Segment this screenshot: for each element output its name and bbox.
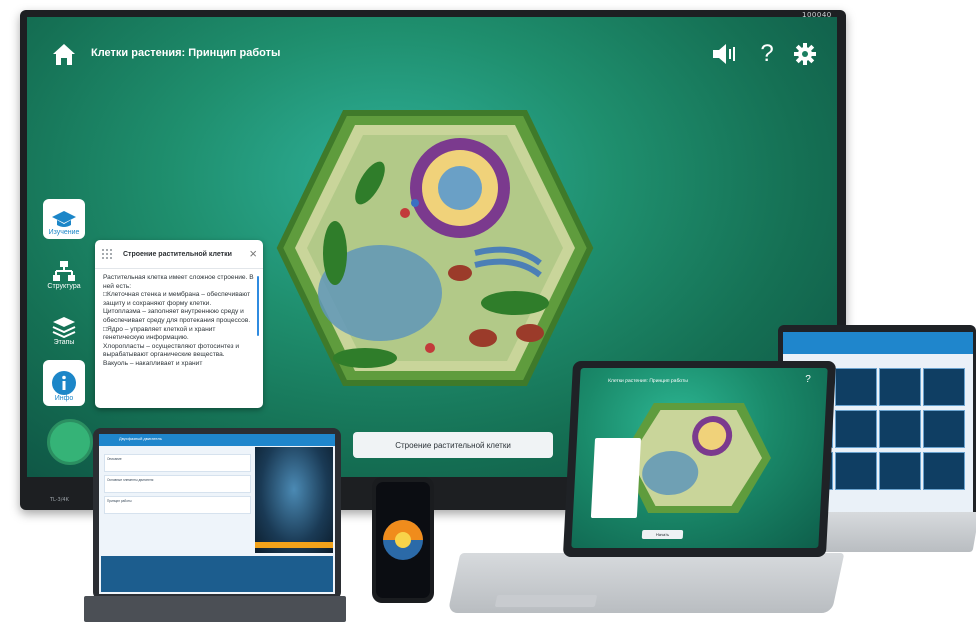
center-laptop-help[interactable]: ? [805,374,811,385]
catalog-tile[interactable] [879,368,921,406]
layers-icon [52,317,76,338]
tablet-list: Описание Основные элементы двигателя При… [104,454,251,544]
structure-icon [53,261,75,281]
catalog-tile[interactable] [835,452,877,490]
tablet-list-item[interactable]: Основные элементы двигателя [104,475,251,493]
catalog-tile[interactable] [879,452,921,490]
tablet-list-item[interactable]: Принцип работы [104,496,251,514]
sound-button[interactable] [710,39,740,69]
nav-structure-label: Структура [47,283,81,290]
earth-model[interactable] [376,482,430,598]
info-panel-scrollbar[interactable] [257,276,259,336]
close-icon[interactable]: × [249,247,257,260]
home-icon [53,44,75,65]
phone-screen [376,482,430,598]
nav-structure[interactable]: Структура [43,251,85,290]
nav-info-label: Инфо [54,395,74,402]
info-panel-title: Строение растительной клетки [123,250,232,258]
info-panel: Строение растительной клетки × Раститель… [95,240,263,408]
bottom-caption-bar[interactable]: Строение растительной клетки [353,432,553,458]
catalog-tile[interactable] [923,410,965,448]
right-laptop-toolbar [783,332,973,354]
catalog-tile[interactable] [835,410,877,448]
info-icon [52,371,76,395]
nav-stages-label: Этапы [53,339,75,346]
watermark-letter: Ч [484,534,498,556]
info-panel-header: Строение растительной клетки × [95,240,263,269]
center-laptop-screen: Клетки растения: Принцип работы ? Начать [571,368,828,548]
catalog-tile[interactable] [835,368,877,406]
app-title: Клетки растения: Принцип работы [91,47,281,59]
center-laptop-info-panel [590,438,642,518]
tablet-thumbnail-strip[interactable] [101,556,333,592]
info-panel-text: Растительная клетка имеет сложное строен… [103,274,254,367]
settings-button[interactable] [790,39,820,69]
tablet-keyboard [84,596,346,622]
catalog-tile[interactable] [923,368,965,406]
nav-study[interactable]: Изучение [43,199,85,239]
tablet-screen: Двухфазный двигатель Описание Основные э… [99,434,335,594]
engine-model-image[interactable] [255,447,333,553]
nav-info[interactable]: Инфо [43,360,85,406]
plant-cell-model[interactable] [275,103,595,393]
center-laptop-title: Клетки растения: Принцип работы [607,378,689,384]
home-button[interactable] [49,39,79,69]
center-laptop-trackpad [494,595,598,607]
help-button[interactable]: ? [752,39,782,69]
graduation-cap-icon [52,211,76,227]
gear-icon [794,43,816,65]
speaker-icon [713,44,735,64]
main-round-button[interactable] [47,419,93,465]
board-model-label: TL-3/4K [50,497,69,503]
catalog-tile[interactable] [879,410,921,448]
nav-study-label: Изучение [48,229,80,236]
tablet-action-bar[interactable] [255,542,333,548]
tablet-list-item[interactable]: Описание [104,454,251,472]
catalog-tile[interactable] [923,452,965,490]
center-laptop-bottom-bar[interactable]: Начать [641,530,684,539]
tablet-title: Двухфазный двигатель [119,436,162,441]
nav-stages[interactable]: Этапы [43,307,85,346]
drag-handle-icon[interactable] [101,248,113,260]
